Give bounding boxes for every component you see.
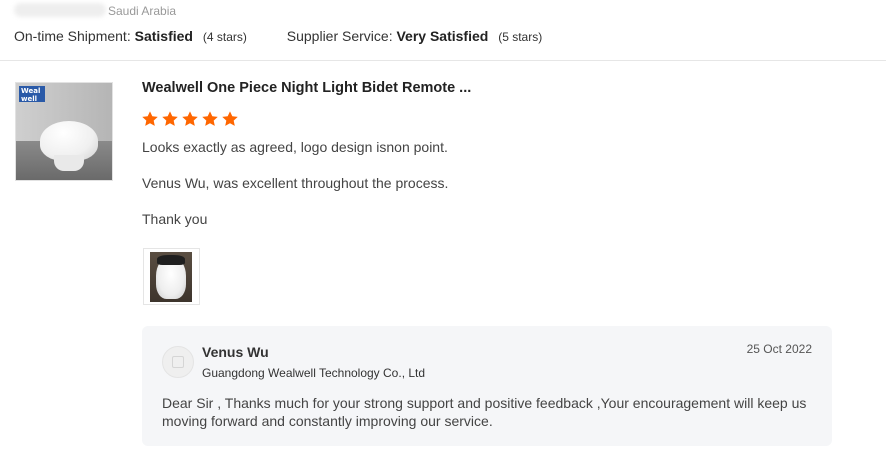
star-icon xyxy=(142,111,158,126)
shipment-value: Satisfied xyxy=(134,28,193,44)
reviewer-country: Saudi Arabia xyxy=(108,4,177,18)
star-rating xyxy=(141,110,239,128)
brand-logo: Weal well xyxy=(19,86,45,103)
shipment-rating: On-time Shipment: Satisfied (4 stars) xyxy=(14,28,247,44)
reply-date: 25 Oct 2022 xyxy=(746,342,812,356)
star-icon xyxy=(182,111,198,126)
service-label: Supplier Service: xyxy=(286,28,393,44)
review-line-3: Thank you xyxy=(142,211,208,227)
service-stars: (5 stars) xyxy=(498,30,543,44)
supplier-avatar xyxy=(162,346,194,378)
shipment-label: On-time Shipment: xyxy=(14,28,131,44)
reply-author-name: Venus Wu xyxy=(202,344,269,360)
review-line-2: Venus Wu, was excellent throughout the p… xyxy=(142,175,449,191)
section-divider xyxy=(0,60,886,61)
review-photo[interactable] xyxy=(143,248,200,305)
star-icon xyxy=(202,111,218,126)
reviewer-name-blurred xyxy=(14,3,106,17)
service-value: Very Satisfied xyxy=(396,28,489,44)
shipment-stars: (4 stars) xyxy=(202,30,247,44)
review-line-1: Looks exactly as agreed, logo design isn… xyxy=(142,139,448,155)
star-icon xyxy=(162,111,178,126)
product-title-link[interactable]: Wealwell One Piece Night Light Bidet Rem… xyxy=(142,80,471,96)
product-thumbnail[interactable]: Weal well xyxy=(15,82,113,181)
reply-company-name: Guangdong Wealwell Technology Co., Ltd xyxy=(202,366,426,380)
service-rating: Supplier Service: Very Satisfied (5 star… xyxy=(287,28,542,44)
reply-text: Dear Sir , Thanks much for your strong s… xyxy=(162,395,807,429)
ratings-summary: On-time Shipment: Satisfied (4 stars) Su… xyxy=(14,28,542,44)
star-icon xyxy=(222,111,238,126)
supplier-reply: Venus Wu Guangdong Wealwell Technology C… xyxy=(142,326,832,446)
